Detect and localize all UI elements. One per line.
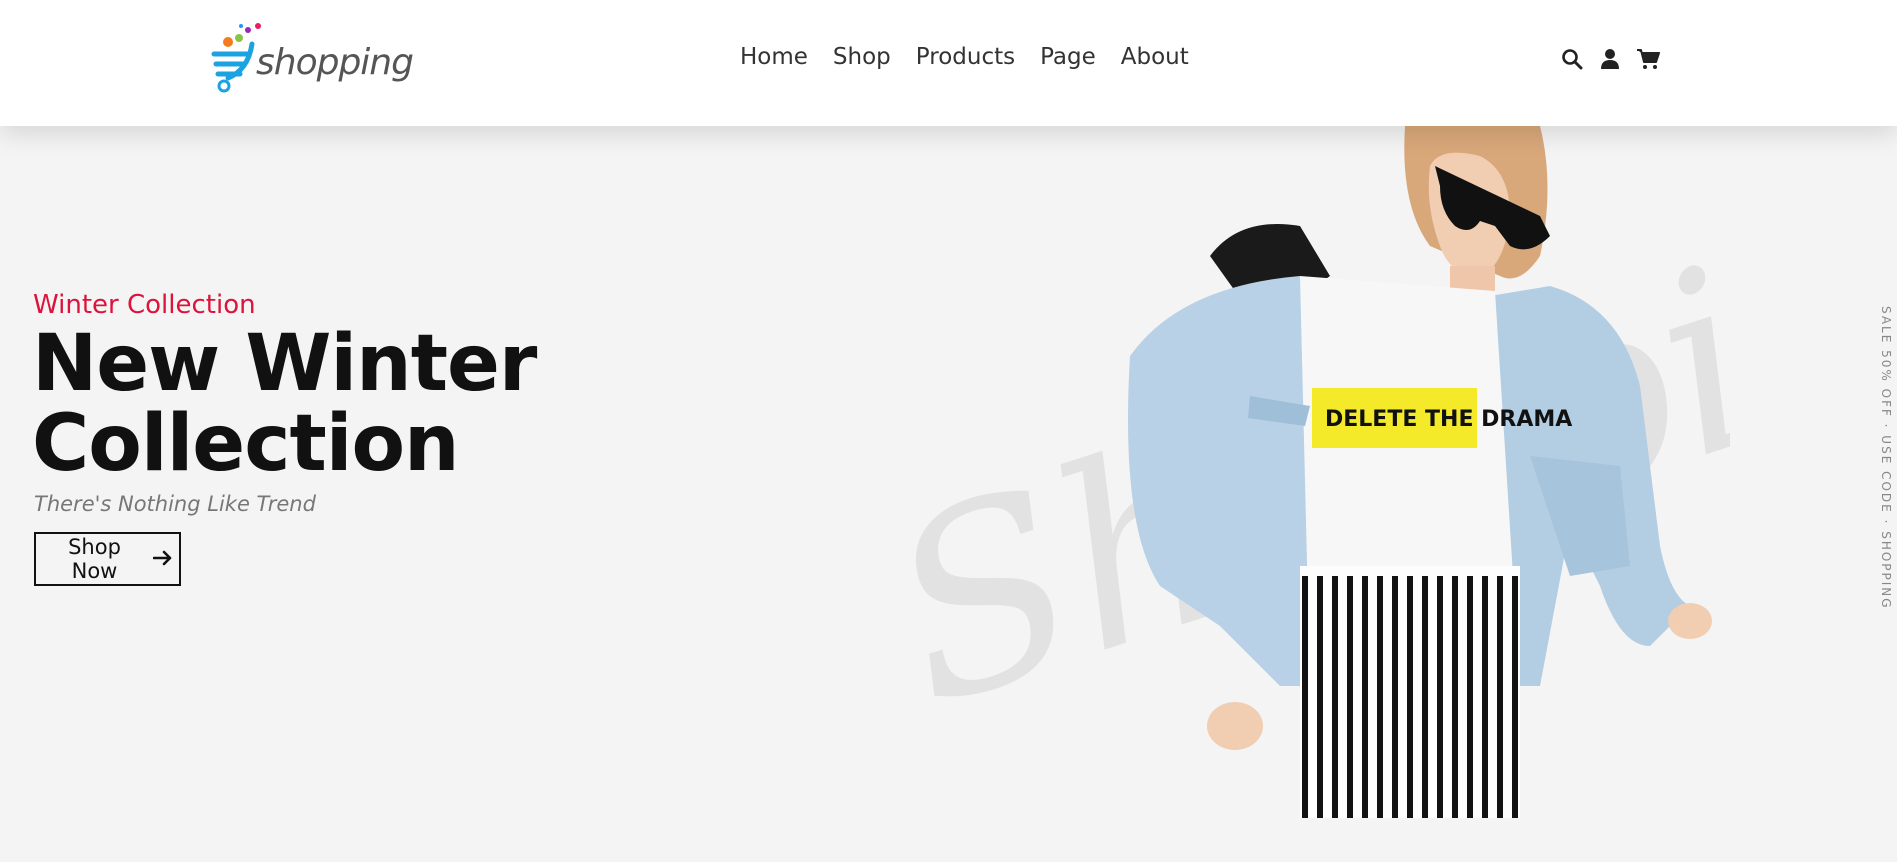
nav-page[interactable]: Page	[1040, 44, 1096, 70]
nav-products[interactable]: Products	[916, 44, 1015, 70]
header-icons	[1560, 47, 1660, 71]
logo-text: shopping	[256, 42, 414, 83]
search-icon[interactable]	[1560, 47, 1584, 71]
side-vertical-text: SALE 50% OFF · USE CODE · SHOPPING	[1879, 306, 1893, 610]
nav-shop[interactable]: Shop	[833, 44, 891, 70]
shop-now-button[interactable]: Shop Now	[34, 532, 181, 586]
user-icon[interactable]	[1598, 47, 1622, 71]
cart-icon[interactable]	[1636, 47, 1660, 71]
hero-subtitle: There's Nothing Like Trend	[34, 492, 316, 516]
logo[interactable]: shopping	[208, 20, 414, 96]
hero-banner: Shopping Winter Collection New Winter Co…	[0, 126, 1897, 862]
site-header: shopping Home Shop Products Page About	[0, 0, 1897, 126]
arrow-right-icon	[152, 547, 173, 571]
shirt-print: DELETE THE DRAMA	[1325, 407, 1572, 432]
hero-title: New Winter Collection	[32, 319, 537, 489]
hero-tagline: Winter Collection	[33, 290, 256, 320]
nav-home[interactable]: Home	[740, 44, 808, 70]
shop-now-label: Shop Now	[68, 535, 121, 583]
nav-about[interactable]: About	[1121, 44, 1189, 70]
striped-skirt	[1300, 566, 1520, 818]
main-nav: Home Shop Products Page About	[740, 44, 1214, 70]
model-photo: DELETE THE DRAMA	[1128, 126, 1712, 818]
